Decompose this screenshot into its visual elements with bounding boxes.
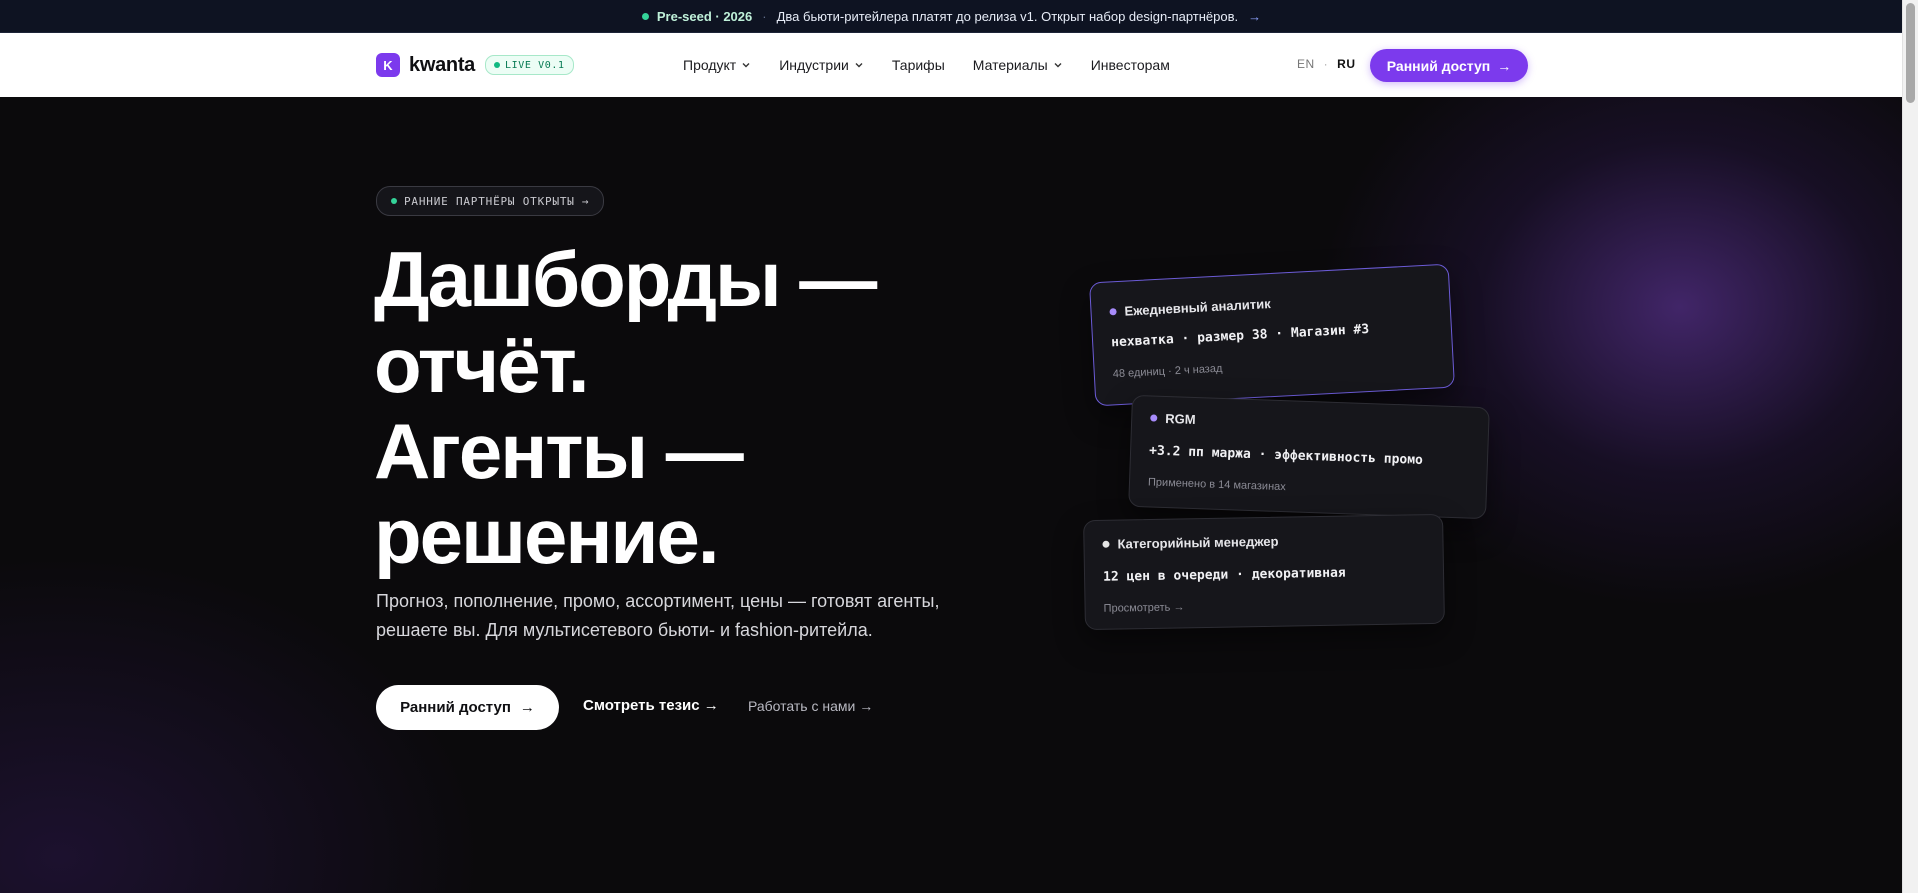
nav-item-materials[interactable]: Материалы [973, 57, 1063, 73]
scrollbar-thumb[interactable] [1906, 3, 1915, 103]
headline-line: отчёт. [374, 320, 590, 409]
nav-item-label: Индустрии [779, 57, 849, 73]
card-meta: 48 единиц · 2 ч назад [1112, 362, 1223, 381]
lang-en[interactable]: EN [1297, 57, 1315, 71]
card-title-text: Ежедневный аналитик [1124, 296, 1272, 319]
nav-menu: Продукт Индустрии Тарифы Материалы Инвес… [683, 33, 1170, 97]
nav-item-label: Тарифы [891, 57, 945, 73]
headline-line: решение. [374, 492, 720, 581]
agent-card-daily-analyst[interactable]: Ежедневный аналитик нехватка · размер 38… [1089, 263, 1455, 407]
lang-ru[interactable]: RU [1337, 57, 1355, 71]
arrow-right-icon: → [519, 699, 535, 716]
nav-item-label: Материалы [972, 57, 1048, 73]
chevron-down-icon [1054, 63, 1062, 68]
agent-card-category-manager[interactable]: Категорийный менеджер 12 цен в очереди ·… [1083, 513, 1445, 631]
card-detail: +3.2 пп маржа · эффективность промо [1148, 443, 1424, 468]
chevron-down-icon [855, 63, 863, 68]
headline-line: Дашборды — [374, 235, 877, 323]
arrow-right-icon: → [581, 194, 590, 208]
card-detail: 12 цен в очереди · декоративная [1102, 565, 1346, 585]
pill-label: РАННИЕ ПАРТНЁРЫ ОТКРЫТЫ [404, 194, 575, 208]
early-partners-pill[interactable]: РАННИЕ ПАРТНЁРЫ ОТКРЫТЫ → [376, 186, 605, 216]
review-link[interactable]: Просмотреть → [1104, 597, 1426, 614]
language-switcher: EN · RU [1297, 57, 1356, 71]
early-access-label: Ранний доступ [400, 699, 511, 716]
status-dot-icon [641, 12, 649, 20]
logo-text: kwanta [409, 53, 476, 76]
lang-separator: · [1323, 57, 1329, 71]
arrow-right-icon: → [1497, 57, 1512, 74]
logo[interactable]: K kwanta LIVE V0.1 [376, 53, 574, 77]
nav-item-product[interactable]: Продукт [683, 57, 751, 73]
nav-item-industries[interactable]: Индустрии [779, 57, 864, 73]
nav-item-label: Инвесторам [1090, 57, 1170, 73]
hero-subtitle: Прогноз, пополнение, промо, ассортимент,… [376, 591, 940, 640]
announcement-text: Два бьюти-ритейлера платят до релиза v1.… [776, 8, 1239, 24]
card-meta: Применено в 14 магазинах [1147, 476, 1286, 494]
card-detail: нехватка · размер 38 · Магазин #3 [1110, 321, 1370, 351]
chevron-down-icon [742, 63, 750, 68]
announcement-badge: Pre-seed · 2026 [656, 8, 753, 24]
work-with-us-link[interactable]: Работать с нами → [748, 698, 873, 714]
main-nav: K kwanta LIVE V0.1 Продукт Индустрии Тар… [0, 33, 1903, 97]
announcement-separator: · [762, 8, 767, 24]
status-dot-icon [391, 198, 397, 204]
card-title: RGM [1150, 410, 1470, 436]
page-scrollbar[interactable] [1902, 0, 1918, 893]
nav-item-pricing[interactable]: Тарифы [892, 57, 945, 73]
status-dot-icon [1102, 540, 1110, 548]
card-title-text: Категорийный менеджер [1117, 533, 1279, 552]
agent-card-rgm[interactable]: RGM +3.2 пп маржа · эффективность промо … [1128, 394, 1490, 520]
card-title: Ежедневный аналитик [1109, 288, 1431, 320]
status-dot-icon [1150, 414, 1158, 422]
nav-item-label: Продукт [683, 57, 737, 73]
hero-section: РАННИЕ ПАРТНЁРЫ ОТКРЫТЫ → Дашборды — отч… [0, 97, 1903, 893]
live-version-badge: LIVE V0.1 [485, 55, 574, 75]
card-title-text: RGM [1164, 410, 1196, 428]
early-access-button[interactable]: Ранний доступ → [376, 685, 559, 730]
status-dot-icon [1109, 308, 1117, 316]
hero-headline: Дашборды — отчёт. Агенты — решение. [374, 235, 877, 581]
view-thesis-link[interactable]: Смотреть тезис → [583, 697, 719, 714]
announcement-bar[interactable]: Pre-seed · 2026 · Два бьюти-ритейлера пл… [0, 0, 1903, 33]
headline-line: Агенты — [374, 406, 744, 495]
live-badge-label: LIVE V0.1 [505, 59, 565, 71]
arrow-right-icon[interactable]: → [1248, 9, 1261, 24]
early-access-nav-button[interactable]: Ранний доступ → [1370, 49, 1528, 82]
logo-mark-icon: K [376, 53, 400, 77]
nav-item-investors[interactable]: Инвесторам [1091, 57, 1170, 73]
early-access-label: Ранний доступ [1386, 57, 1491, 74]
live-dot-icon [494, 62, 501, 68]
card-title: Категорийный менеджер [1102, 531, 1424, 552]
